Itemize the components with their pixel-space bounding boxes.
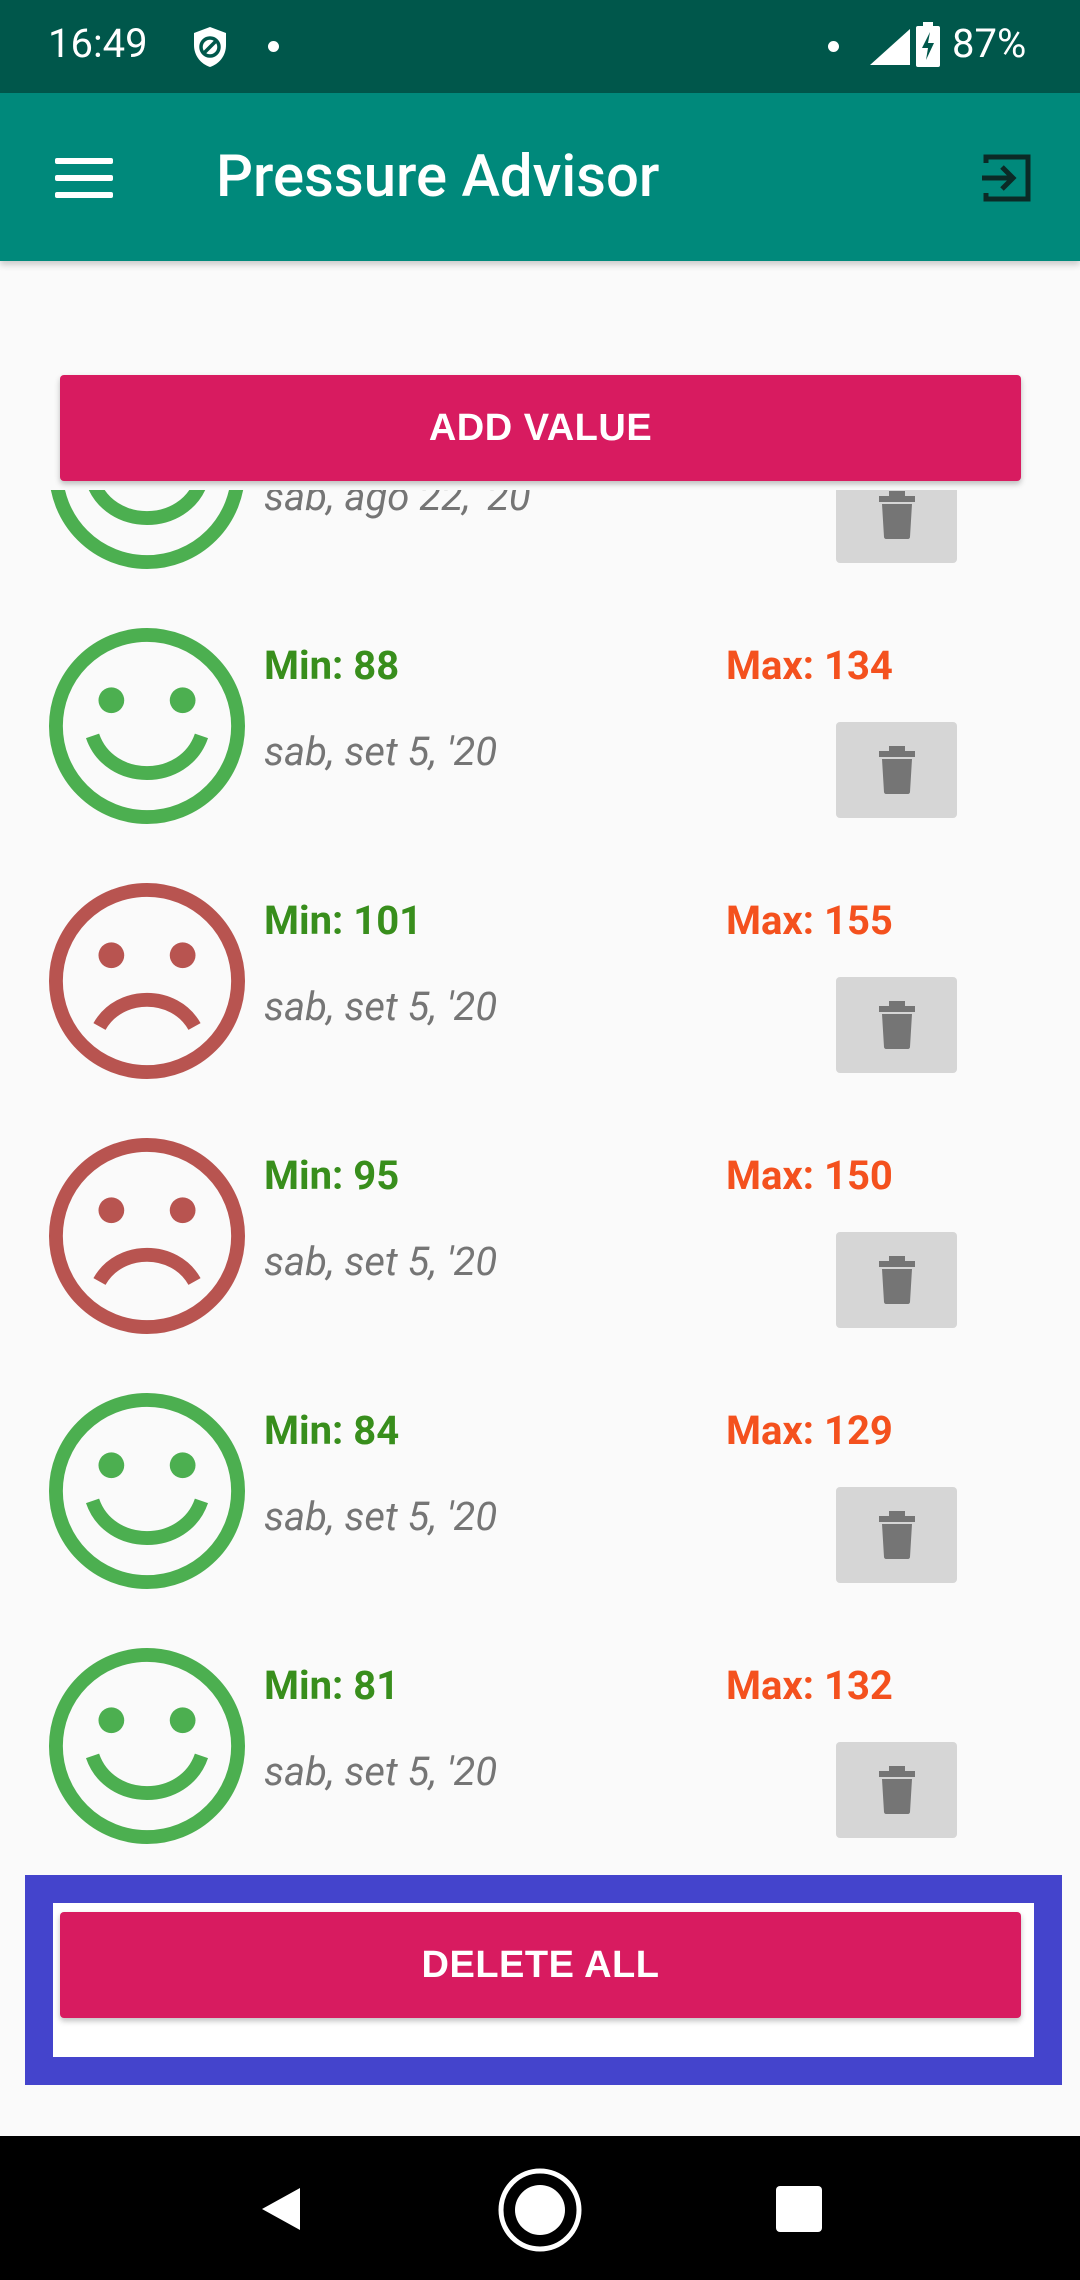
happy-face-icon <box>48 1647 246 1845</box>
entry-date: sab, set 5, '20 <box>264 983 498 1030</box>
delete-entry-button[interactable] <box>836 722 957 818</box>
happy-face-icon <box>48 627 246 825</box>
pressure-list[interactable]: sab, ago 22, '20 Min: 88 Max: 134 sab, s… <box>0 490 1080 1875</box>
status-bar: 16:49 87% <box>0 0 1080 93</box>
navigation-bar <box>0 2136 1080 2280</box>
signal-icon <box>870 29 910 65</box>
entry-date: sab, set 5, '20 <box>264 1493 498 1540</box>
battery-percent: 87% <box>952 20 1027 67</box>
delete-entry-button[interactable] <box>836 1742 957 1838</box>
delete-entry-button[interactable] <box>836 1232 957 1328</box>
happy-face-icon <box>50 490 244 569</box>
list-item: Min: 88 Max: 134 sab, set 5, '20 <box>0 604 1080 859</box>
min-value: Min: 101 <box>264 897 423 944</box>
delete-entry-button[interactable] <box>836 1487 957 1583</box>
sad-face-icon <box>48 882 246 1080</box>
menu-icon[interactable] <box>55 158 113 198</box>
max-value: Max: 150 <box>726 1152 893 1199</box>
list-item: Min: 101 Max: 155 sab, set 5, '20 <box>0 859 1080 1114</box>
min-value: Min: 88 <box>264 642 400 689</box>
entry-date: sab, set 5, '20 <box>264 728 498 775</box>
entry-date: sab, set 5, '20 <box>264 1238 498 1285</box>
happy-face-icon <box>48 1392 246 1590</box>
max-value: Max: 155 <box>726 897 893 944</box>
delete-all-button[interactable]: DELETE ALL <box>60 1912 1021 2018</box>
min-value: Min: 95 <box>264 1152 400 1199</box>
max-value: Max: 132 <box>726 1662 893 1709</box>
sad-face-icon <box>48 1137 246 1335</box>
trash-icon <box>878 1256 915 1304</box>
page-title: Pressure Advisor <box>216 143 660 211</box>
shield-icon <box>194 27 226 67</box>
home-icon[interactable] <box>497 2167 583 2253</box>
max-value: Max: 134 <box>726 642 893 689</box>
exit-icon[interactable] <box>980 151 1034 205</box>
add-value-button[interactable]: ADD VALUE <box>60 375 1021 481</box>
list-item: Min: 84 Max: 129 sab, set 5, '20 <box>0 1369 1080 1624</box>
min-value: Min: 81 <box>264 1662 400 1709</box>
status-time: 16:49 <box>48 20 148 67</box>
notification-dot-icon <box>828 41 839 52</box>
min-value: Min: 84 <box>264 1407 400 1454</box>
recent-apps-icon[interactable] <box>776 2186 822 2232</box>
trash-icon <box>878 1766 915 1814</box>
max-value: Max: 129 <box>726 1407 893 1454</box>
back-icon[interactable] <box>256 2184 306 2234</box>
trash-icon <box>878 1511 915 1559</box>
list-item: Min: 81 Max: 132 sab, set 5, '20 <box>0 1624 1080 1875</box>
list-item: sab, ago 22, '20 <box>0 490 1080 604</box>
trash-icon <box>878 491 915 539</box>
app-bar: Pressure Advisor <box>0 93 1080 261</box>
delete-entry-button[interactable] <box>836 490 957 563</box>
entry-date: sab, ago 22, '20 <box>264 490 531 520</box>
trash-icon <box>878 746 915 794</box>
notification-dot-icon <box>268 41 279 52</box>
entry-date: sab, set 5, '20 <box>264 1748 498 1795</box>
trash-icon <box>878 1001 915 1049</box>
list-item: Min: 95 Max: 150 sab, set 5, '20 <box>0 1114 1080 1369</box>
delete-entry-button[interactable] <box>836 977 957 1073</box>
battery-charging-icon <box>916 22 940 67</box>
